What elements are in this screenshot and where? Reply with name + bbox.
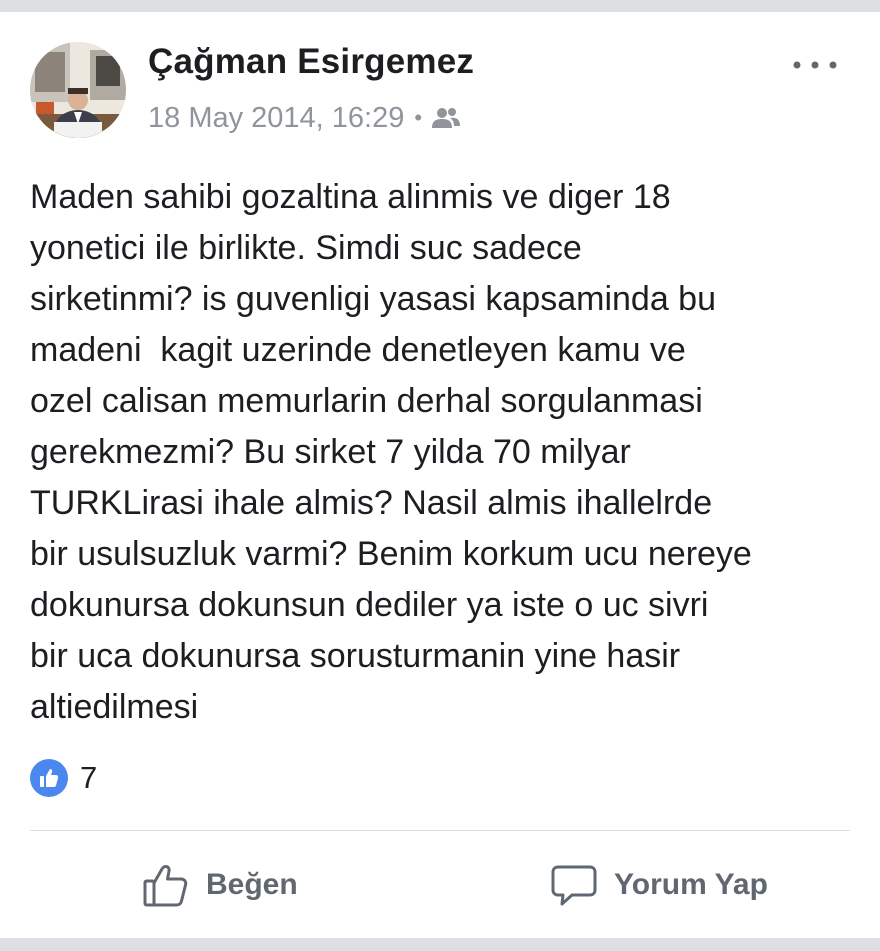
like-label: Beğen bbox=[206, 868, 298, 901]
comment-button[interactable]: Yorum Yap bbox=[550, 858, 768, 912]
comment-label: Yorum Yap bbox=[614, 868, 768, 901]
like-button[interactable]: Beğen bbox=[142, 858, 298, 912]
post-text: Maden sahibi gozaltina alinmis ve diger … bbox=[30, 178, 752, 726]
post-meta: 18 May 2014, 16:29 • bbox=[148, 98, 461, 138]
like-reaction-icon bbox=[30, 759, 68, 797]
post-timestamp[interactable]: 18 May 2014, 16:29 bbox=[148, 102, 404, 135]
friends-icon[interactable] bbox=[431, 106, 461, 130]
reaction-count: 7 bbox=[80, 760, 98, 795]
reaction-summary[interactable]: 7 bbox=[30, 758, 97, 798]
author-name[interactable]: Çağman Esirgemez bbox=[148, 42, 474, 82]
avatar-photo bbox=[30, 42, 126, 138]
more-options-icon[interactable] bbox=[790, 52, 840, 78]
meta-separator: • bbox=[414, 105, 423, 130]
post-card: Çağman Esirgemez 18 May 2014, 16:29 • Ma… bbox=[0, 12, 880, 938]
thumbs-up-icon bbox=[143, 865, 188, 907]
author-avatar[interactable] bbox=[30, 42, 126, 138]
comment-bubble-icon bbox=[551, 865, 597, 906]
actions-divider bbox=[30, 830, 850, 831]
